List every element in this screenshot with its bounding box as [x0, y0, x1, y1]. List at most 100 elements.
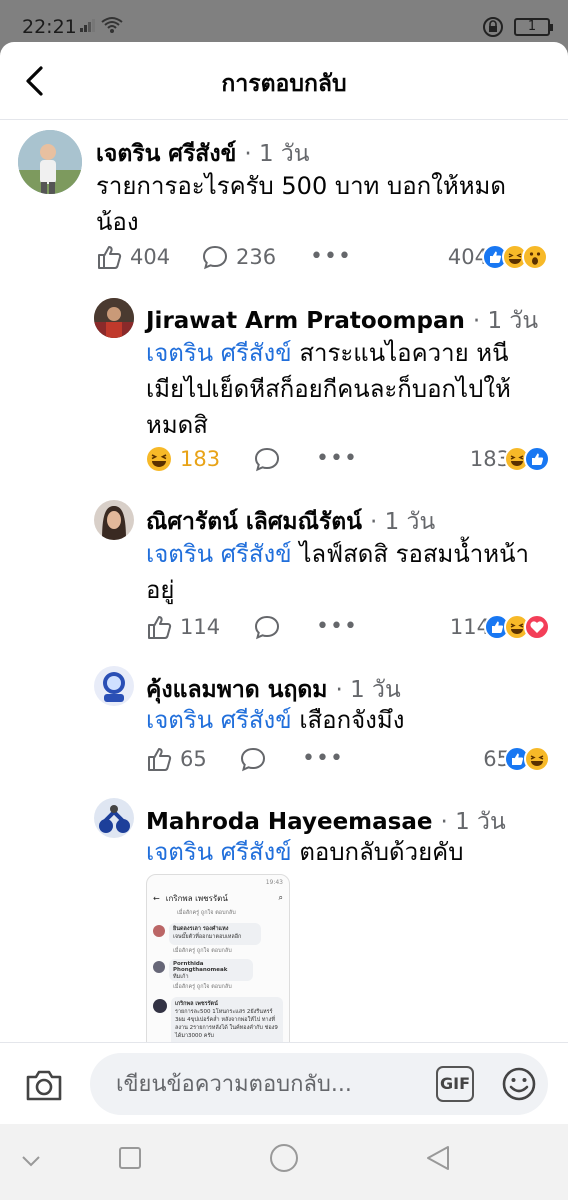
like-button[interactable]: 114	[146, 614, 220, 640]
reaction-summary[interactable]: 65	[483, 746, 550, 772]
smiley-icon[interactable]	[500, 1065, 538, 1103]
reply-time: · 1 วัน	[472, 308, 539, 334]
status-bar: 22:21 1	[0, 0, 568, 48]
avatar-photo	[94, 298, 134, 338]
nav-recents-icon[interactable]	[118, 1146, 142, 1170]
reaction-summary[interactable]: 183	[470, 446, 550, 472]
attachment-image[interactable]: 19:43 ← เกริกพล เพชรรัตน์ ⌕ เมื่อสักครู่…	[146, 874, 290, 1064]
more-dots-icon[interactable]: •••	[302, 746, 344, 771]
reply-text: เจตริน ศรีสังข์ สาระแนไอควาย หนีเมียไปเย…	[146, 335, 546, 443]
reply-count: 236	[236, 245, 277, 269]
reply-button[interactable]	[254, 614, 280, 640]
attachment-comment-text: รายการละ500 1โหนกระแสร 2ยังรีนหรร์ 3ผม 4…	[175, 1009, 278, 1039]
reply-actions: 183 ••• 183	[146, 446, 550, 482]
reply-button[interactable]	[254, 446, 280, 472]
mention-link[interactable]: เจตริน ศรีสังข์	[146, 339, 292, 367]
avatar[interactable]	[94, 666, 134, 706]
more-dots-icon[interactable]: •••	[316, 446, 358, 471]
more-dots-icon[interactable]: •••	[316, 614, 358, 639]
avatar[interactable]	[94, 798, 134, 838]
attachment-meta: เมื่อสักครู่ ถูกใจ ตอบกลับ	[177, 910, 236, 916]
reply-text: เจตริน ศรีสังข์ ตอบกลับด้วยคับ	[146, 834, 546, 870]
comment-actions: 404 236 ••• 404	[96, 244, 548, 280]
reply-author[interactable]: Mahroda Hayeemasae	[146, 809, 432, 835]
avatar	[153, 925, 165, 937]
reply-time: · 1 วัน	[369, 509, 436, 535]
reply-body: เสือกจังมึง	[291, 706, 405, 734]
status-time: 22:21	[22, 16, 77, 38]
thumb-up-icon	[148, 748, 172, 771]
page-title: การตอบกลับ	[221, 71, 347, 97]
camera-icon[interactable]	[24, 1067, 64, 1103]
nav-back-icon[interactable]	[424, 1144, 452, 1172]
system-nav-bar	[0, 1124, 568, 1200]
avatar-photo	[94, 666, 134, 706]
like-reaction-icon	[524, 446, 550, 472]
wow-reaction-icon	[522, 244, 548, 270]
battery-indicator: 1	[514, 18, 553, 36]
reply-author[interactable]: คุ้งแลมพาด นฤดม	[146, 677, 327, 703]
haha-reaction-icon	[524, 746, 550, 772]
avatar-photo	[94, 798, 134, 838]
reply-author[interactable]: ณิศารัตน์ เลิศมณีรัตน์	[146, 509, 362, 535]
lock-rotation-icon	[483, 17, 503, 37]
attachment-comment-text: ทีมเก้า	[173, 974, 189, 980]
nav-collapse-icon[interactable]	[20, 1154, 42, 1168]
reaction-summary[interactable]: 114	[450, 614, 550, 640]
like-count: 65	[180, 747, 207, 771]
like-button[interactable]: 183	[146, 446, 220, 472]
reply-composer: GIF	[0, 1042, 568, 1126]
comment-text: รายการอะไรครับ 500 บาท บอกให้หมดน้อง	[96, 172, 506, 236]
reply-button[interactable]	[240, 746, 266, 772]
comment-author[interactable]: เจตริน ศรีสังข์	[96, 141, 236, 167]
like-count: 404	[130, 245, 171, 269]
thumb-up-icon	[98, 246, 122, 269]
attachment-comment-name: ยินดลงรเลา รองคำแหง	[173, 926, 229, 932]
attachment-comment: Pornthida Phongthanomeak ทีมเก้า	[169, 959, 253, 981]
more-dots-icon[interactable]: •••	[310, 244, 352, 269]
reply-text: เจตริน ศรีสังข์ เสือกจังมึง	[146, 702, 546, 738]
comment-time: · 1 วัน	[244, 141, 310, 167]
reply-actions: 65 ••• 65	[146, 746, 550, 782]
avatar[interactable]	[94, 298, 134, 338]
attachment-comment: ยินดลงรเลา รองคำแหง เจษมั๊ยตัวที่ออกมาตอ…	[169, 923, 261, 945]
like-button[interactable]: 65	[146, 746, 207, 772]
reply-text: เจตริน ศรีสังข์ ไลฟ์สดสิ รอสมน้ำหน้าอยู่	[146, 536, 546, 608]
comment-bubble-icon	[254, 447, 280, 472]
wifi-icon	[101, 17, 123, 33]
search-icon: ⌕	[278, 893, 283, 902]
avatar[interactable]	[18, 130, 82, 194]
back-arrow-icon: ←	[153, 893, 160, 903]
attachment-header: ← เกริกพล เพชรรัตน์ ⌕	[153, 891, 283, 905]
gif-button[interactable]: GIF	[436, 1066, 474, 1102]
attachment-comment-name: เกริกพล เพชรรัตน์	[175, 1001, 218, 1007]
avatar-photo	[94, 500, 134, 540]
reply-actions: 114 ••• 114	[146, 614, 550, 650]
attachment-clock: 19:43	[265, 879, 283, 886]
reply-author-row: Jirawat Arm Pratoompan · 1 วัน	[146, 303, 538, 339]
avatar	[153, 961, 165, 973]
reply-input[interactable]	[116, 1065, 416, 1103]
reply-author-row: ณิศารัตน์ เลิศมณีรัตน์ · 1 วัน	[146, 504, 435, 540]
avatar[interactable]	[94, 500, 134, 540]
comment-bubble-icon	[240, 747, 266, 772]
reply-time: · 1 วัน	[335, 677, 401, 703]
attachment-meta: เมื่อสักครู่ ถูกใจ ตอบกลับ	[173, 984, 232, 990]
avatar	[153, 999, 167, 1013]
comment-author-row: เจตริน ศรีสังข์ · 1 วัน	[96, 136, 310, 172]
reply-author[interactable]: Jirawat Arm Pratoompan	[146, 308, 465, 334]
nav-home-icon[interactable]	[268, 1142, 300, 1174]
comment-bubble-icon	[202, 245, 228, 270]
comment-bubble-icon	[254, 615, 280, 640]
mention-link[interactable]: เจตริน ศรีสังข์	[146, 706, 292, 734]
thumb-up-icon	[148, 616, 172, 639]
mention-link[interactable]: เจตริน ศรีสังข์	[146, 838, 292, 866]
replies-sheet: การตอบกลับ เจตริน ศรีสังข์ · 1 วัน รายกา…	[0, 42, 568, 1200]
like-button[interactable]: 404	[96, 244, 170, 270]
reply-button[interactable]: 236	[202, 244, 276, 270]
mention-link[interactable]: เจตริน ศรีสังข์	[146, 540, 292, 568]
reaction-summary[interactable]: 404	[448, 244, 548, 270]
header: การตอบกลับ	[0, 42, 568, 120]
love-reaction-icon	[524, 614, 550, 640]
attachment-meta: เมื่อสักครู่ ถูกใจ ตอบกลับ	[173, 948, 232, 954]
